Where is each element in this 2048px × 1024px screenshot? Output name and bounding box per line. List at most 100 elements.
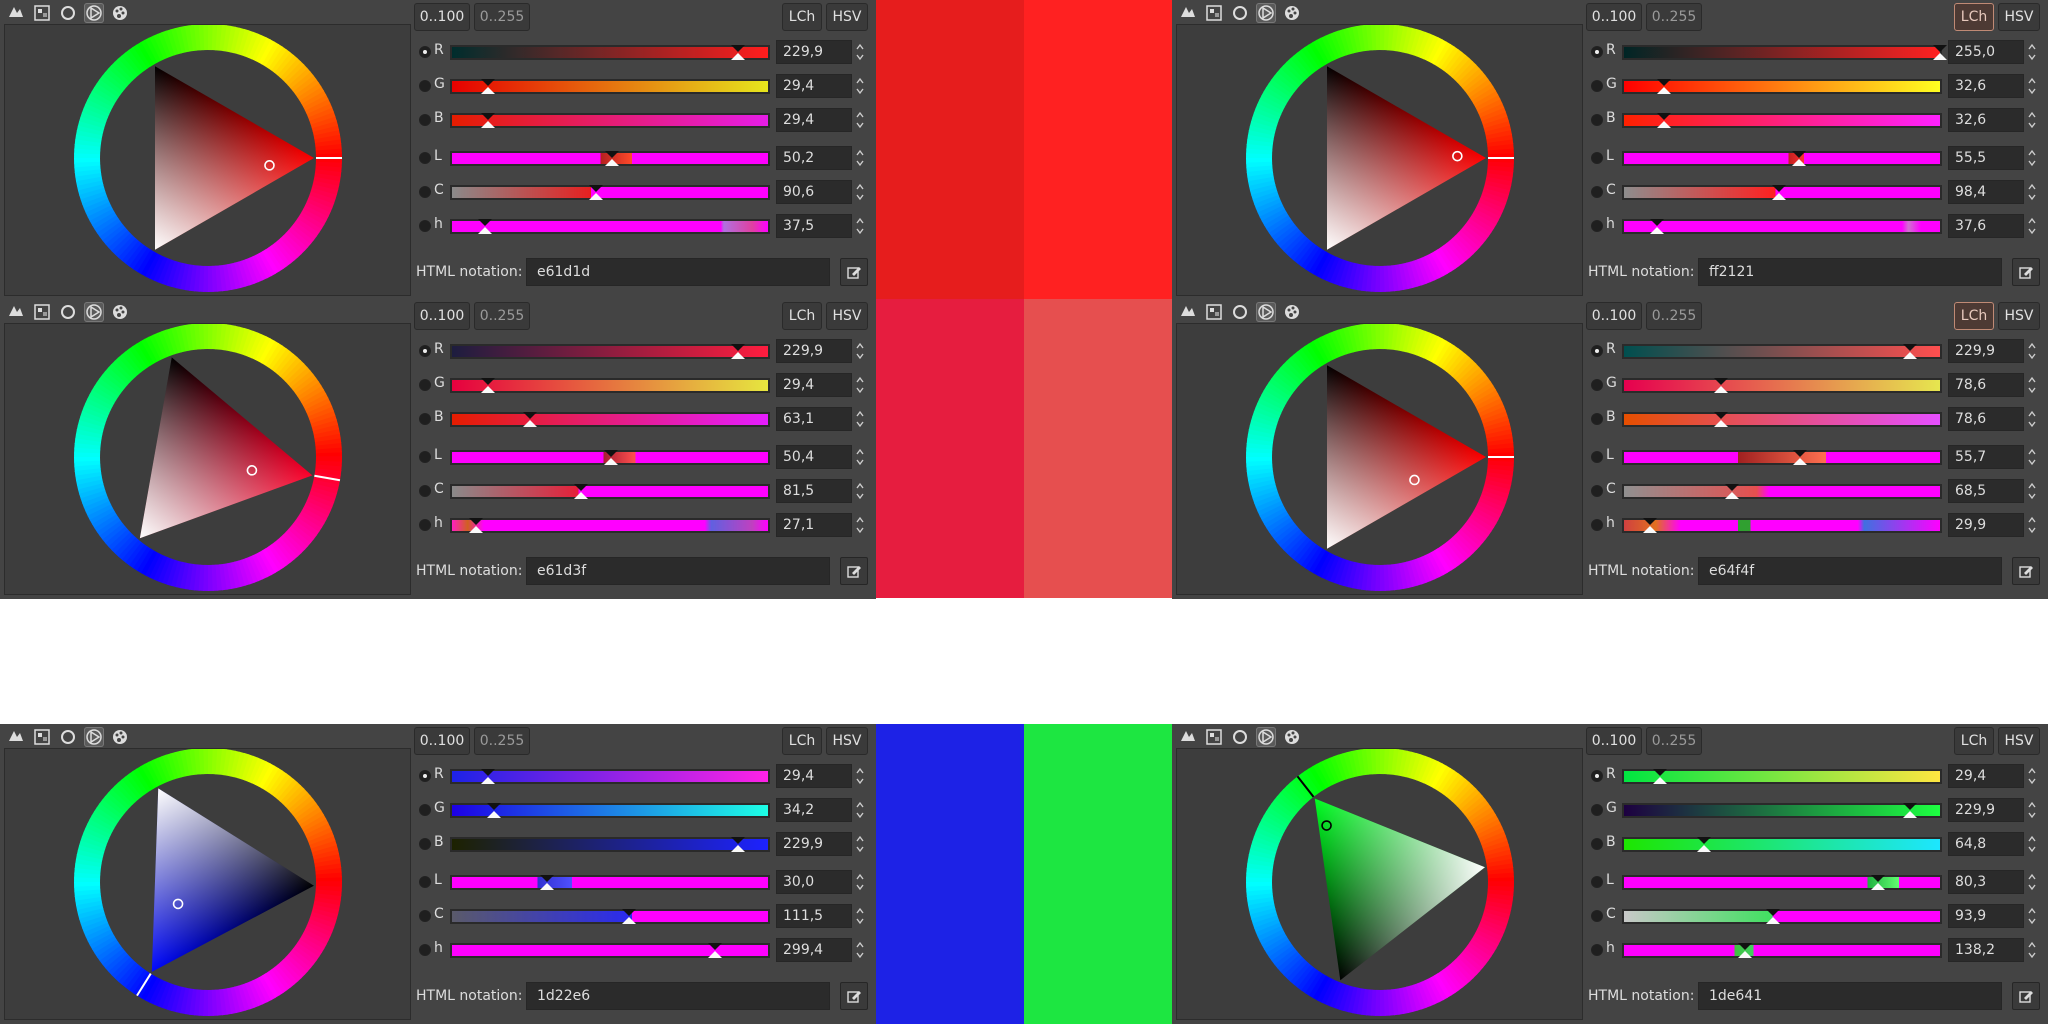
channel-radio[interactable]: [419, 80, 431, 92]
channel-slider[interactable]: [1622, 803, 1942, 818]
channel-slider[interactable]: [1622, 909, 1942, 924]
channel-slider[interactable]: [450, 151, 770, 166]
spin-buttons[interactable]: [2026, 833, 2038, 855]
lch-toggle-button[interactable]: LCh: [1954, 727, 1994, 755]
scale-0-255-button[interactable]: 0..255: [474, 302, 530, 330]
scale-0-100-button[interactable]: 0..100: [414, 727, 470, 755]
scale-0-100-button[interactable]: 0..100: [1586, 727, 1642, 755]
channel-slider[interactable]: [450, 412, 770, 427]
channel-value-input[interactable]: 50,4: [776, 445, 852, 469]
channel-slider[interactable]: [1622, 219, 1942, 234]
channel-value-input[interactable]: 27,1: [776, 513, 852, 537]
channel-value-input[interactable]: 229,9: [776, 40, 852, 64]
watercolor-selector-button[interactable]: [6, 727, 26, 747]
channel-value-input[interactable]: 68,5: [1948, 479, 2024, 503]
channel-value-input[interactable]: 37,5: [776, 214, 852, 238]
channel-slider[interactable]: [450, 113, 770, 128]
channel-radio[interactable]: [419, 485, 431, 497]
channel-radio[interactable]: [1591, 379, 1603, 391]
channel-slider[interactable]: [450, 45, 770, 60]
scale-0-100-button[interactable]: 0..100: [414, 3, 470, 31]
channel-value-input[interactable]: 229,9: [1948, 798, 2024, 822]
palette-selector-button[interactable]: [1282, 3, 1302, 23]
watercolor-selector-button[interactable]: [1178, 3, 1198, 23]
channel-value-input[interactable]: 64,8: [1948, 832, 2024, 856]
wheel-selector-button[interactable]: [1230, 302, 1250, 322]
channel-slider[interactable]: [450, 518, 770, 533]
color-picker-button[interactable]: [840, 557, 868, 585]
channel-radio[interactable]: [1591, 413, 1603, 425]
channel-radio[interactable]: [1591, 838, 1603, 850]
channel-slider[interactable]: [450, 219, 770, 234]
spin-buttons[interactable]: [854, 215, 866, 237]
channel-slider[interactable]: [1622, 344, 1942, 359]
spin-buttons[interactable]: [2026, 905, 2038, 927]
spin-buttons[interactable]: [2026, 109, 2038, 131]
cmyk-selector-button[interactable]: [32, 302, 52, 322]
channel-radio[interactable]: [1591, 770, 1603, 782]
channel-value-input[interactable]: 90,6: [776, 180, 852, 204]
cmyk-selector-button[interactable]: [32, 3, 52, 23]
channel-radio[interactable]: [1591, 80, 1603, 92]
channel-radio[interactable]: [1591, 152, 1603, 164]
channel-value-input[interactable]: 30,0: [776, 870, 852, 894]
channel-radio[interactable]: [1591, 345, 1603, 357]
channel-value-input[interactable]: 229,9: [776, 832, 852, 856]
spin-buttons[interactable]: [854, 75, 866, 97]
wheel-selector-button[interactable]: [1230, 727, 1250, 747]
channel-radio[interactable]: [1591, 186, 1603, 198]
spin-buttons[interactable]: [854, 480, 866, 502]
channel-slider[interactable]: [450, 803, 770, 818]
channel-radio[interactable]: [419, 413, 431, 425]
lch-toggle-button[interactable]: LCh: [1954, 302, 1994, 330]
channel-value-input[interactable]: 81,5: [776, 479, 852, 503]
watercolor-selector-button[interactable]: [6, 302, 26, 322]
spin-buttons[interactable]: [854, 340, 866, 362]
watercolor-selector-button[interactable]: [1178, 727, 1198, 747]
spin-buttons[interactable]: [854, 799, 866, 821]
wheel-selector-button[interactable]: [58, 3, 78, 23]
triangle-selector-button[interactable]: [1256, 3, 1276, 23]
spin-buttons[interactable]: [854, 905, 866, 927]
lch-toggle-button[interactable]: LCh: [782, 727, 822, 755]
channel-radio[interactable]: [419, 114, 431, 126]
spin-buttons[interactable]: [2026, 765, 2038, 787]
triangle-selector-button[interactable]: [84, 727, 104, 747]
spin-buttons[interactable]: [2026, 41, 2038, 63]
channel-slider[interactable]: [1622, 45, 1947, 60]
triangle-selector-button[interactable]: [84, 3, 104, 23]
wheel-selector-button[interactable]: [58, 302, 78, 322]
channel-radio[interactable]: [1591, 46, 1603, 58]
channel-slider[interactable]: [450, 837, 770, 852]
triangle-selector-button[interactable]: [1256, 727, 1276, 747]
color-picker-button[interactable]: [2012, 982, 2040, 1010]
hsv-toggle-button[interactable]: HSV: [1998, 727, 2040, 755]
channel-value-input[interactable]: 29,4: [776, 74, 852, 98]
channel-slider[interactable]: [1622, 378, 1942, 393]
spin-buttons[interactable]: [2026, 446, 2038, 468]
channel-value-input[interactable]: 32,6: [1948, 108, 2024, 132]
palette-selector-button[interactable]: [110, 727, 130, 747]
spin-buttons[interactable]: [2026, 871, 2038, 893]
scale-0-255-button[interactable]: 0..255: [1646, 727, 1702, 755]
hsv-toggle-button[interactable]: HSV: [826, 3, 868, 31]
spin-buttons[interactable]: [854, 374, 866, 396]
channel-radio[interactable]: [1591, 220, 1603, 232]
channel-slider[interactable]: [1622, 943, 1942, 958]
channel-value-input[interactable]: 29,4: [776, 373, 852, 397]
spin-buttons[interactable]: [2026, 939, 2038, 961]
channel-radio[interactable]: [419, 910, 431, 922]
channel-radio[interactable]: [419, 152, 431, 164]
channel-radio[interactable]: [1591, 114, 1603, 126]
channel-radio[interactable]: [419, 345, 431, 357]
channel-slider[interactable]: [450, 769, 770, 784]
channel-slider[interactable]: [1622, 875, 1942, 890]
html-notation-input[interactable]: 1d22e6: [526, 982, 830, 1010]
channel-slider[interactable]: [450, 943, 770, 958]
channel-value-input[interactable]: 63,1: [776, 407, 852, 431]
channel-value-input[interactable]: 78,6: [1948, 373, 2024, 397]
html-notation-input[interactable]: e61d1d: [526, 258, 830, 286]
channel-value-input[interactable]: 29,4: [776, 108, 852, 132]
triangle-selector-button[interactable]: [84, 302, 104, 322]
channel-value-input[interactable]: 29,4: [776, 764, 852, 788]
